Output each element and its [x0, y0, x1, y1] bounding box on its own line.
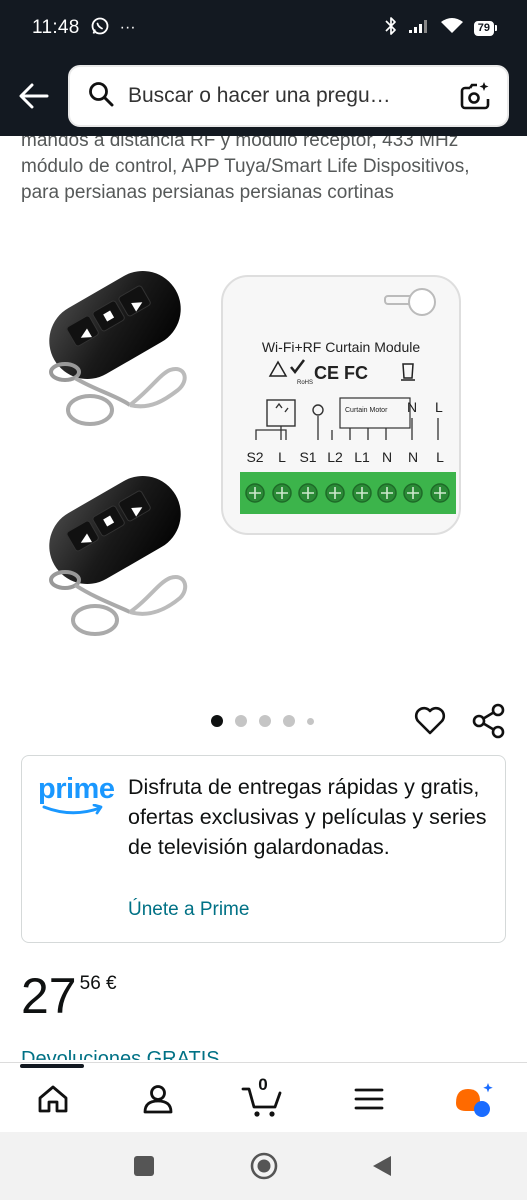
- camera-lens-button[interactable]: [457, 78, 493, 114]
- status-bar: 11:48 ··· 79: [0, 0, 527, 56]
- nav-account[interactable]: [136, 1077, 180, 1121]
- module-title: Wi-Fi+RF Curtain Module: [262, 339, 421, 355]
- price-fraction: 56 €: [79, 973, 117, 994]
- join-prime-link[interactable]: Únete a Prime: [128, 899, 249, 921]
- search-box[interactable]: Buscar o hacer una pregu…: [68, 65, 509, 127]
- product-title: mandos a distancia RF y módulo receptor,…: [21, 130, 470, 203]
- terminal-label: L1: [354, 449, 370, 465]
- back-system-button[interactable]: [368, 1152, 396, 1180]
- remote-control-top: [49, 271, 187, 426]
- share-button[interactable]: [470, 702, 508, 740]
- prime-promo-card[interactable]: prime Disfruta de entregas rápidas y gra…: [21, 755, 506, 943]
- terminal-label: S1: [299, 449, 316, 465]
- nav-home[interactable]: [31, 1077, 75, 1121]
- cart-count: 0: [258, 1075, 268, 1094]
- home-button[interactable]: [250, 1152, 278, 1180]
- camera-search-icon: [460, 82, 490, 110]
- wishlist-button[interactable]: [413, 704, 447, 738]
- bottom-nav: 0: [0, 1062, 527, 1132]
- pagination-dot-active[interactable]: [211, 715, 223, 727]
- price-whole: 27: [21, 968, 77, 1024]
- back-button[interactable]: [14, 76, 54, 116]
- curtain-module: Wi-Fi+RF Curtain Module RoHS CE FC Curta…: [221, 275, 461, 535]
- status-time: 11:48: [32, 17, 80, 38]
- signal-icon: [408, 18, 430, 39]
- more-notifications-icon: ···: [119, 19, 136, 36]
- terminal-label: N: [382, 449, 392, 465]
- product-image[interactable]: Wi-Fi+RF Curtain Module RoHS CE FC Curta…: [20, 240, 507, 670]
- status-left: 11:48 ···: [32, 16, 136, 41]
- image-pagination[interactable]: [211, 715, 314, 727]
- free-returns-link[interactable]: Devoluciones GRATIS: [21, 1044, 220, 1060]
- product-price: 27 56 €: [21, 968, 117, 1024]
- pagination-dot[interactable]: [283, 715, 295, 727]
- prime-smile-icon: [42, 803, 103, 815]
- share-icon: [472, 703, 505, 739]
- pagination-dot[interactable]: [307, 717, 314, 725]
- home-circle-icon: [250, 1152, 278, 1180]
- recents-button[interactable]: [130, 1152, 158, 1180]
- rohs-label: RoHS: [297, 380, 313, 386]
- search-input[interactable]: Buscar o hacer una pregu…: [128, 84, 457, 108]
- whatsapp-icon: [90, 16, 110, 41]
- terminal-label: N: [408, 449, 418, 465]
- status-right: 79: [384, 16, 497, 41]
- active-tab-indicator: [20, 1064, 84, 1068]
- recents-square-icon: [134, 1156, 154, 1176]
- nav-cart[interactable]: 0: [241, 1075, 285, 1121]
- ce-fc-mark: CE FC: [314, 363, 368, 383]
- android-system-nav: [0, 1132, 527, 1200]
- prime-logo-text: prime: [38, 773, 115, 805]
- heart-icon: [414, 706, 446, 735]
- prime-description: Disfruta de entregas rápidas y gratis, o…: [128, 775, 487, 859]
- home-icon: [38, 1085, 68, 1113]
- pagination-dot[interactable]: [235, 715, 247, 727]
- app-header: Buscar o hacer una pregu…: [0, 56, 527, 136]
- rufus-assistant-icon: [456, 1083, 493, 1117]
- user-icon: [143, 1085, 173, 1114]
- search-icon: [88, 81, 114, 112]
- nav-menu[interactable]: [347, 1077, 391, 1121]
- top-n-label: N: [407, 399, 417, 415]
- bluetooth-icon: [384, 16, 398, 41]
- back-triangle-icon: [373, 1156, 391, 1176]
- curtain-motor-label: Curtain Motor: [345, 407, 388, 414]
- terminal-label: L: [436, 449, 444, 465]
- wifi-icon: [440, 17, 464, 40]
- remote-control-bottom: [49, 476, 188, 636]
- top-l-label: L: [435, 399, 443, 415]
- image-controls: [0, 700, 527, 744]
- nav-rufus-assistant[interactable]: [452, 1077, 496, 1121]
- battery-level: 79: [473, 20, 494, 36]
- terminal-label: L: [278, 449, 286, 465]
- terminal-label: S2: [246, 449, 263, 465]
- battery-icon: 79: [473, 20, 497, 36]
- back-arrow-icon: [19, 83, 49, 109]
- prime-logo: prime: [38, 773, 115, 826]
- pagination-dot[interactable]: [259, 715, 271, 727]
- hamburger-menu-icon: [354, 1088, 384, 1110]
- terminal-label: L2: [327, 449, 343, 465]
